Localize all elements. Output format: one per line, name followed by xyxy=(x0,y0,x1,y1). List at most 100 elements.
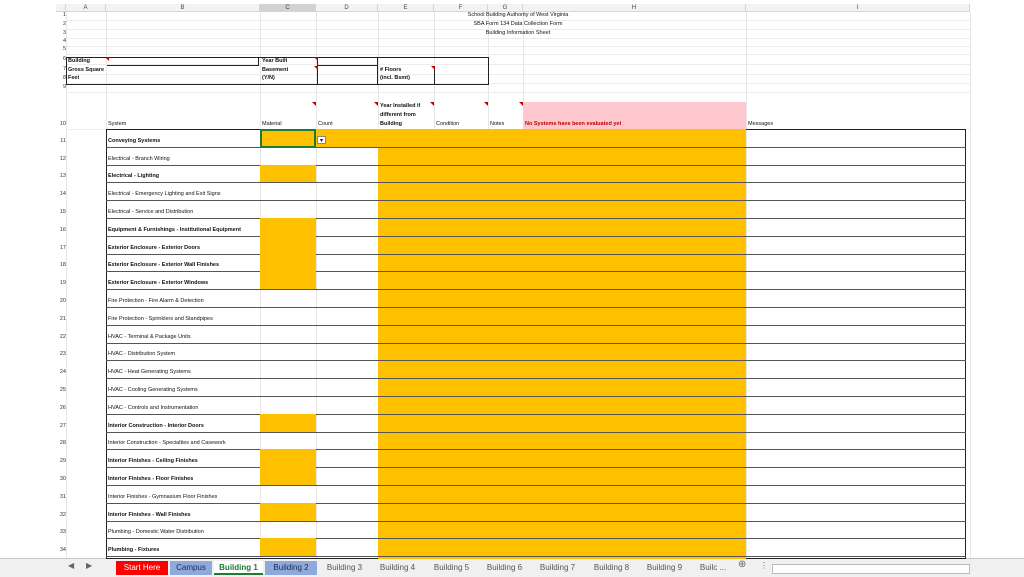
row-number[interactable]: 10 xyxy=(56,121,66,127)
row-number[interactable]: 28 xyxy=(56,440,66,446)
sheet-tab-bar: ◀ ▶ Start Here Campus Building 1 Building 2… xyxy=(0,558,1024,577)
material-cell[interactable] xyxy=(260,147,316,165)
triangle-right-icon[interactable]: ▶ xyxy=(86,561,92,570)
row-number[interactable]: 1 xyxy=(56,12,66,18)
grid-line-vertical xyxy=(970,12,971,558)
row-number[interactable]: 14 xyxy=(56,191,66,197)
chevron-down-icon[interactable]: ▾ xyxy=(317,136,326,144)
material-cell-required[interactable] xyxy=(260,502,316,521)
material-cell[interactable] xyxy=(260,200,316,218)
input-year-built[interactable] xyxy=(317,57,378,66)
row-number[interactable]: 29 xyxy=(56,458,66,464)
system-label: HVAC - Terminal & Package Units xyxy=(108,333,191,340)
comment-indicator xyxy=(105,57,109,61)
row-number[interactable]: 34 xyxy=(56,547,66,553)
column-header-i[interactable]: I xyxy=(746,4,970,12)
input-building[interactable] xyxy=(107,57,259,66)
material-cell[interactable] xyxy=(260,521,316,539)
row-number[interactable]: 26 xyxy=(56,405,66,411)
row-number[interactable]: 3 xyxy=(56,30,66,36)
material-cell[interactable] xyxy=(260,343,316,361)
sheet-tab-building-7[interactable]: Building 7 xyxy=(532,561,583,575)
column-header-a[interactable]: A xyxy=(66,4,106,12)
system-label: Interior Finishes - Ceiling Finishes xyxy=(108,458,198,465)
column-header-e[interactable]: E xyxy=(378,4,434,12)
sheet-tab-building-9[interactable]: Building 9 xyxy=(639,561,690,575)
grid-line-horizontal xyxy=(106,307,966,308)
column-header-f[interactable]: F xyxy=(434,4,488,12)
material-cell[interactable] xyxy=(260,182,316,200)
sheet-tab-building-3[interactable]: Building 3 xyxy=(319,561,370,575)
row-number[interactable]: 7 xyxy=(56,66,66,72)
row-number[interactable]: 18 xyxy=(56,262,66,268)
material-cell-required[interactable] xyxy=(260,253,316,272)
material-cell-required[interactable] xyxy=(260,538,316,557)
column-header-h[interactable]: H xyxy=(523,4,746,12)
sheet-tab-building-2[interactable]: Building 2 xyxy=(265,561,317,575)
plus-circle-icon[interactable]: ⊕ xyxy=(738,559,746,570)
grid-line-horizontal xyxy=(106,378,966,380)
row-number[interactable]: 27 xyxy=(56,423,66,429)
material-cell[interactable] xyxy=(260,432,316,450)
selected-cell-c11[interactable] xyxy=(260,129,316,148)
row-number[interactable]: 8 xyxy=(56,75,66,81)
material-cell[interactable] xyxy=(260,307,316,325)
row-number[interactable]: 25 xyxy=(56,387,66,393)
horizontal-scrollbar[interactable] xyxy=(772,564,970,574)
grid-line-horizontal xyxy=(106,271,966,273)
row-number[interactable]: 21 xyxy=(56,316,66,322)
row-number[interactable]: 2 xyxy=(56,21,66,27)
material-cell-required[interactable] xyxy=(260,449,316,468)
row-number[interactable]: 11 xyxy=(56,138,66,144)
material-cell-required[interactable] xyxy=(260,218,316,236)
input-basement[interactable] xyxy=(317,66,378,85)
row-number[interactable]: 13 xyxy=(56,173,66,179)
column-header-c[interactable]: C xyxy=(260,4,316,12)
row-number[interactable]: 33 xyxy=(56,529,66,535)
comment-indicator xyxy=(431,66,435,70)
row-number[interactable]: 32 xyxy=(56,512,66,518)
more-options-icon[interactable]: ⋮ xyxy=(760,561,768,570)
row-number[interactable]: 17 xyxy=(56,245,66,251)
row-number[interactable]: 5 xyxy=(56,46,66,52)
material-cell-required[interactable] xyxy=(260,271,316,290)
input-floors[interactable] xyxy=(434,66,489,85)
row-number[interactable]: 6 xyxy=(56,56,66,62)
grid-line-horizontal xyxy=(106,467,966,469)
row-number[interactable]: 12 xyxy=(56,156,66,162)
row-number[interactable]: 16 xyxy=(56,227,66,233)
material-cell[interactable] xyxy=(260,325,316,343)
sheet-tab-start-here[interactable]: Start Here xyxy=(116,561,168,575)
material-cell[interactable] xyxy=(260,360,316,378)
material-cell-required[interactable] xyxy=(260,467,316,485)
row-number[interactable]: 30 xyxy=(56,476,66,482)
material-cell-required[interactable] xyxy=(260,235,316,254)
triangle-left-icon[interactable]: ◀ xyxy=(68,561,74,570)
row-number[interactable]: 23 xyxy=(56,351,66,357)
row-number[interactable]: 22 xyxy=(56,334,66,340)
column-header-d[interactable]: D xyxy=(316,4,378,12)
sheet-tab-builc[interactable]: Builc ... xyxy=(692,561,734,575)
sheet-tab-building-8[interactable]: Building 8 xyxy=(586,561,637,575)
material-cell[interactable] xyxy=(260,378,316,396)
row-number[interactable]: 4 xyxy=(56,38,66,44)
row-number[interactable]: 24 xyxy=(56,369,66,375)
material-cell-required[interactable] xyxy=(260,413,316,432)
material-cell[interactable] xyxy=(260,289,316,307)
column-header-b[interactable]: B xyxy=(106,4,260,12)
sheet-tab-building-6[interactable]: Building 6 xyxy=(479,561,530,575)
sheet-tab-campus[interactable]: Campus xyxy=(170,561,212,575)
select-all-corner[interactable] xyxy=(56,4,66,12)
row-number[interactable]: 19 xyxy=(56,280,66,286)
sheet-tab-building-1[interactable]: Building 1 xyxy=(214,561,263,575)
material-cell-required[interactable] xyxy=(260,164,316,183)
sheet-tab-building-4[interactable]: Building 4 xyxy=(372,561,423,575)
material-cell[interactable] xyxy=(260,396,316,414)
material-cell[interactable] xyxy=(260,485,316,503)
row-number[interactable]: 9 xyxy=(56,84,66,90)
sheet-tab-building-5[interactable]: Building 5 xyxy=(426,561,477,575)
row-number[interactable]: 20 xyxy=(56,298,66,304)
column-header-g[interactable]: G xyxy=(488,4,523,12)
row-number[interactable]: 15 xyxy=(56,209,66,215)
row-number[interactable]: 31 xyxy=(56,494,66,500)
